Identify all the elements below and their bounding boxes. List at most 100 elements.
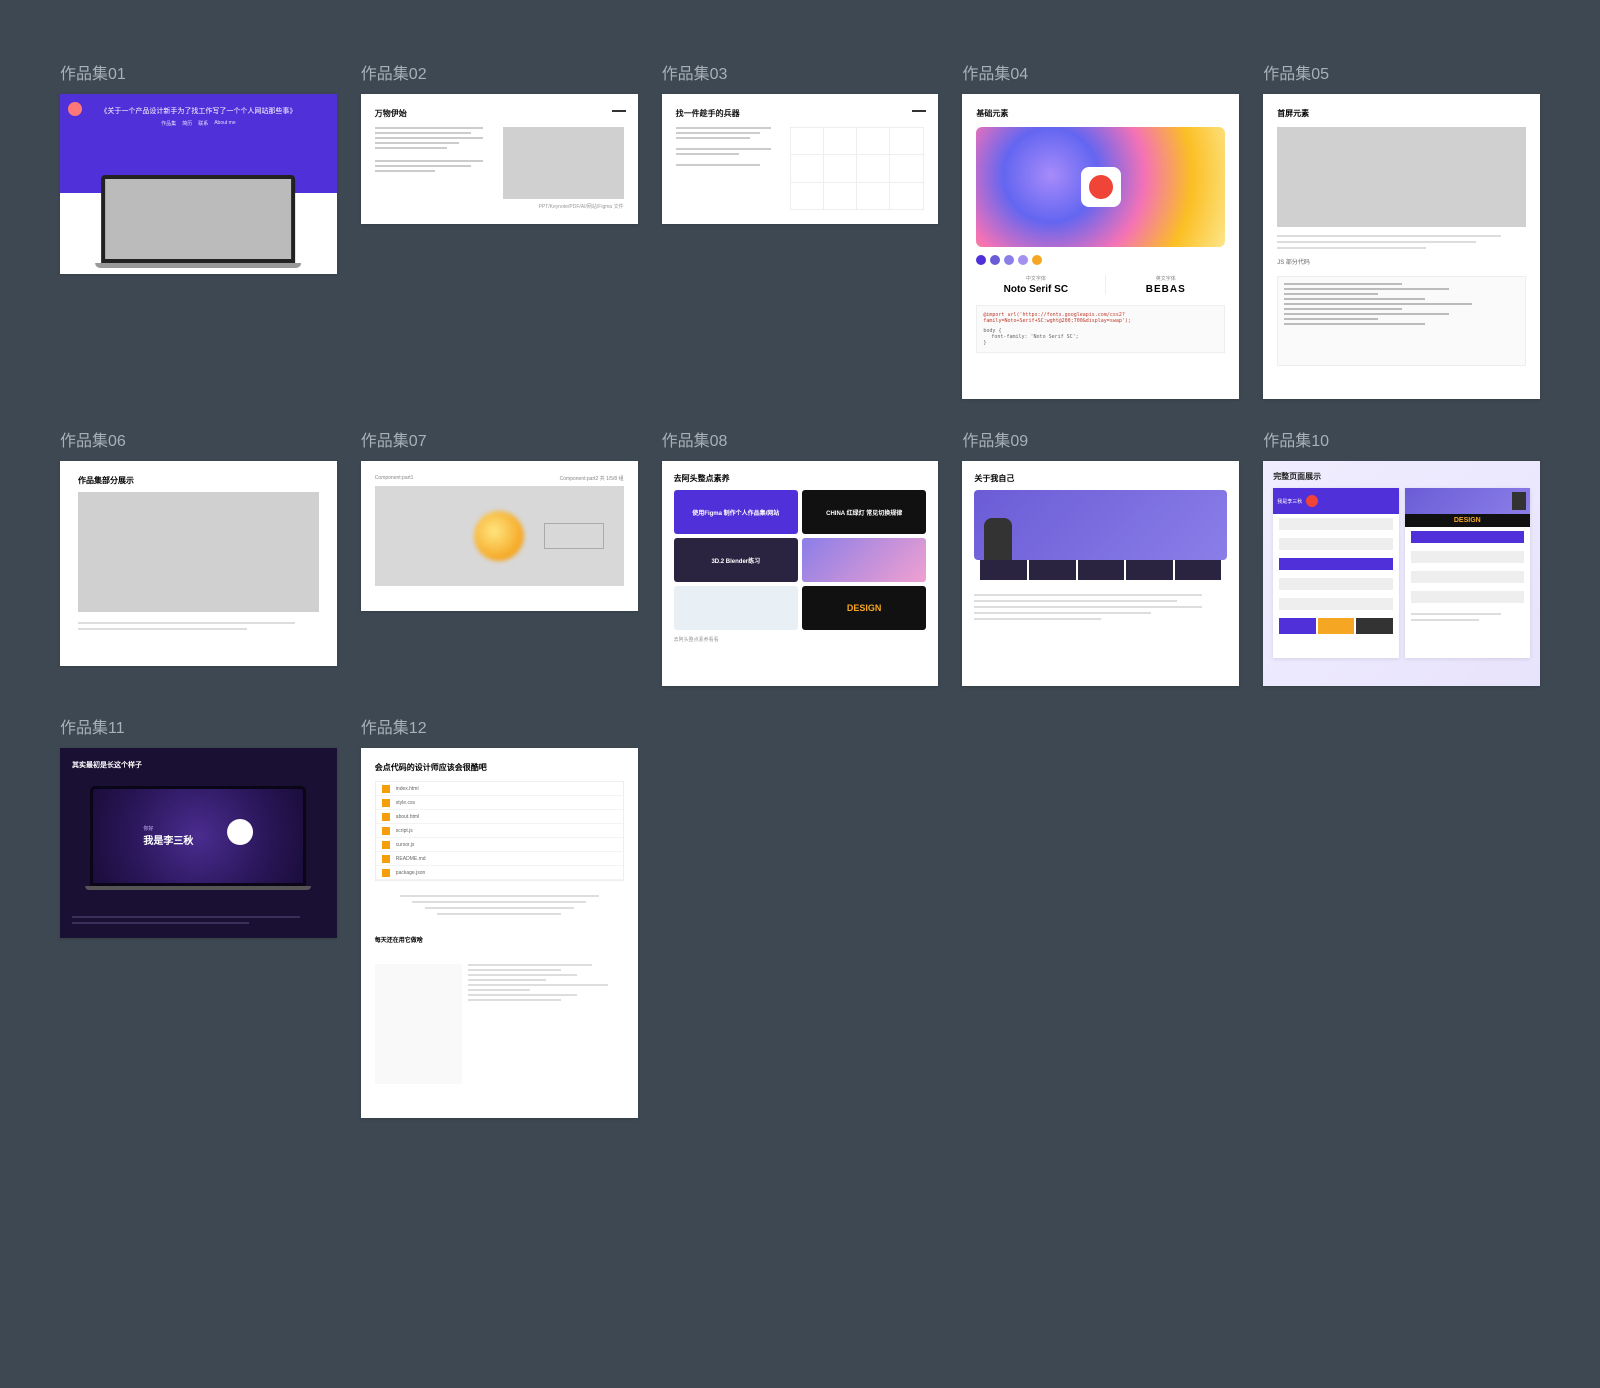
item-label: 作品集08 — [662, 427, 939, 451]
table — [790, 127, 925, 210]
portfolio-item-11[interactable]: 作品集11 其实最初是长这个样子 你好 我是李三秋 — [60, 714, 337, 1118]
file-row: package.json — [376, 866, 623, 880]
thumbnail: 会点代码的设计师应该会很酷吧 index.html style.css abou… — [361, 748, 638, 1118]
thumbnail: 去阿头整点素养 使用Figma 制作个人作品集/网站 CHINA 红绿灯 常见切… — [662, 461, 939, 686]
folder-icon — [382, 799, 390, 807]
item-label: 作品集12 — [361, 714, 638, 738]
doc-title: 去阿头整点素养 — [674, 473, 927, 484]
card: 使用Figma 制作个人作品集/网站 — [674, 490, 798, 534]
portfolio-item-09[interactable]: 作品集09 关于我自己 — [962, 427, 1239, 686]
card-grid: 使用Figma 制作个人作品集/网站 CHINA 红绿灯 常见切换规律 3D.2… — [674, 490, 927, 630]
thumbnail: 找一件趁手的兵器 — [662, 94, 939, 224]
file-list: index.html style.css about.html script.j… — [375, 781, 624, 881]
laptop-mockup — [102, 175, 296, 268]
doc-title: 基础元素 — [976, 108, 1225, 119]
folder-icon — [382, 785, 390, 793]
avatar-icon — [1306, 495, 1318, 507]
folder-icon — [382, 813, 390, 821]
code-content — [468, 964, 624, 1084]
file-row: about.html — [376, 810, 623, 824]
portfolio-item-07[interactable]: 作品集07 Component:part1 Component:part2 共 … — [361, 427, 638, 686]
doc-title: 完整页面展示 — [1273, 471, 1530, 482]
thumbnail: 其实最初是长这个样子 你好 我是李三秋 — [60, 748, 337, 938]
item-label: 作品集07 — [361, 427, 638, 451]
file-row: cursor.js — [376, 838, 623, 852]
item-label: 作品集11 — [60, 714, 337, 738]
item-label: 作品集10 — [1263, 427, 1540, 451]
avatar-icon — [68, 102, 82, 116]
portfolio-item-03[interactable]: 作品集03 找一件趁手的兵器 — [662, 60, 939, 399]
item-label: 作品集04 — [962, 60, 1239, 84]
doc-title: 首屏元素 — [1277, 108, 1526, 119]
artwork — [976, 127, 1225, 247]
item-label: 作品集05 — [1263, 60, 1540, 84]
avatar-icon — [1081, 167, 1121, 207]
text-content — [375, 127, 495, 199]
portfolio-item-01[interactable]: 作品集01 《关于一个产品设计新手为了找工作写了一个个人网站那些事》 作品集 简… — [60, 60, 337, 399]
portfolio-item-05[interactable]: 作品集05 首屏元素 JS 部分代码 — [1263, 60, 1540, 399]
laptop-mockup: 你好 我是李三秋 — [90, 786, 306, 890]
subtitle: 每天还在用它做啥 — [375, 935, 624, 944]
portfolio-item-08[interactable]: 作品集08 去阿头整点素养 使用Figma 制作个人作品集/网站 CHINA 红… — [662, 427, 939, 686]
item-label: 作品集02 — [361, 60, 638, 84]
meta-label: Component:part2 共 1/5/8 组 — [560, 475, 624, 482]
portfolio-item-06[interactable]: 作品集06 作品集部分展示 — [60, 427, 337, 686]
card — [802, 538, 926, 582]
color-palette — [976, 255, 1225, 265]
subtitle: JS 部分代码 — [1277, 257, 1526, 266]
doc-title: 关于我自己 — [974, 473, 1227, 484]
thumbnail: 基础元素 中文字体 Noto Serif SC 英文字体 BEBAS — [962, 94, 1239, 399]
image-placeholder — [1277, 127, 1526, 227]
file-row: style.css — [376, 796, 623, 810]
doc-title: 万物伊始 — [375, 108, 624, 119]
canvas — [375, 486, 624, 586]
card — [674, 586, 798, 630]
folder-icon — [382, 855, 390, 863]
image-placeholder — [78, 492, 319, 612]
code-block — [1277, 276, 1526, 366]
doc-title: 会点代码的设计师应该会很酷吧 — [375, 762, 624, 773]
portfolio-item-10[interactable]: 作品集10 完整页面展示 我是李三秋 — [1263, 427, 1540, 686]
text-content — [676, 127, 782, 210]
orb-graphic — [474, 511, 524, 561]
thumbnail: 万物伊始 PPT/Keynote/PDF/AI/网站/Figma 文件 — [361, 94, 638, 224]
file-row: README.md — [376, 852, 623, 866]
card: DESIGN — [802, 586, 926, 630]
code-block: @import url('https://fonts.googleapis.co… — [976, 305, 1225, 353]
doc-title: 找一件趁手的兵器 — [676, 108, 925, 119]
portfolio-item-12[interactable]: 作品集12 会点代码的设计师应该会很酷吧 index.html style.cs… — [361, 714, 638, 1118]
file-tree — [375, 964, 462, 1084]
file-row: script.js — [376, 824, 623, 838]
hero-title: 《关于一个产品设计新手为了找工作写了一个个人网站那些事》 — [100, 106, 296, 116]
item-label: 作品集01 — [60, 60, 337, 84]
thumbnail: Component:part1 Component:part2 共 1/5/8 … — [361, 461, 638, 611]
thumbnail: 关于我自己 — [962, 461, 1239, 686]
person-silhouette — [1512, 492, 1526, 510]
hero-image — [974, 490, 1227, 560]
thumbnail: 作品集部分展示 — [60, 461, 337, 666]
card: 3D.2 Blender练习 — [674, 538, 798, 582]
folder-icon — [382, 827, 390, 835]
page-preview: 我是李三秋 — [1273, 488, 1398, 658]
portfolio-grid: 作品集01 《关于一个产品设计新手为了找工作写了一个个人网站那些事》 作品集 简… — [60, 60, 1540, 1118]
item-label: 作品集03 — [662, 60, 939, 84]
menu-icon — [612, 110, 626, 112]
page-previews: 我是李三秋 DESIGN — [1273, 488, 1530, 658]
folder-icon — [382, 869, 390, 877]
code-view — [375, 964, 624, 1084]
item-label: 作品集06 — [60, 427, 337, 451]
item-label: 作品集09 — [962, 427, 1239, 451]
font-specimens: 中文字体 Noto Serif SC 英文字体 BEBAS — [976, 275, 1225, 295]
portfolio-item-02[interactable]: 作品集02 万物伊始 PPT/Keynote/PDF/AI/网站/Figma 文… — [361, 60, 638, 399]
folder-icon — [382, 841, 390, 849]
thumbnail: 《关于一个产品设计新手为了找工作写了一个个人网站那些事》 作品集 简历 联系 A… — [60, 94, 337, 274]
portfolio-item-04[interactable]: 作品集04 基础元素 中文字体 Noto Serif SC 英文字体 — [962, 60, 1239, 399]
hero-nav: 作品集 简历 联系 About me — [161, 120, 235, 127]
menu-icon — [912, 110, 926, 112]
doc-title: 其实最初是长这个样子 — [72, 760, 325, 770]
meta-label: Component:part1 — [375, 475, 414, 482]
card: CHINA 红绿灯 常见切换规律 — [802, 490, 926, 534]
thumbnail: 首屏元素 JS 部分代码 — [1263, 94, 1540, 399]
doc-title: 作品集部分展示 — [78, 475, 319, 486]
thumbnail: 完整页面展示 我是李三秋 — [1263, 461, 1540, 686]
